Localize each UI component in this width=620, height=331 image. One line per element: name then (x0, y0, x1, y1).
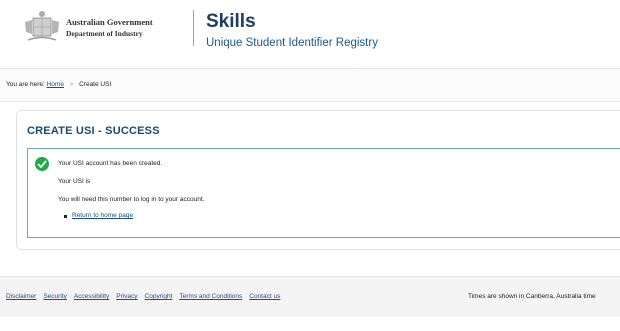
footer-link-terms[interactable]: Terms and Conditions (179, 293, 242, 300)
login-instruction-text: You will need this number to log in to y… (58, 196, 205, 203)
content-card: CREATE USI - SUCCESS Your USI account ha… (16, 110, 620, 250)
footer-link-copyright[interactable]: Copyright (145, 293, 173, 300)
footer-link-contact[interactable]: Contact us (249, 293, 280, 300)
breadcrumb-current: Create USI (79, 81, 112, 88)
breadcrumb-trail: You are here: Home > Create USI (6, 81, 111, 88)
footer-link-disclaimer[interactable]: Disclaimer (6, 293, 36, 300)
timezone-note: Times are shown in Canberra, Australia t… (468, 293, 596, 300)
site-header: Australian Government Department of Indu… (0, 0, 620, 68)
checkmark-icon (35, 157, 49, 171)
account-created-text: Your USI account has been created. (58, 160, 163, 167)
footer-links: Disclaimer Security Accessibility Privacy Co… (6, 293, 287, 300)
site-title: Skills (206, 11, 256, 32)
government-wordmark: Australian Government Department of Indu… (66, 16, 153, 40)
success-message-panel: Your USI account has been created. Your … (27, 148, 620, 238)
usi-label-text: Your USI is (58, 178, 91, 185)
footer-link-accessibility[interactable]: Accessibility (74, 293, 109, 300)
site-subtitle: Unique Student Identifier Registry (206, 37, 378, 49)
list-bullet (64, 215, 67, 218)
breadcrumb: You are here: Home > Create USI (0, 68, 620, 102)
footer-link-privacy[interactable]: Privacy (116, 293, 137, 300)
breadcrumb-home-link[interactable]: Home (47, 81, 64, 88)
page-title: CREATE USI - SUCCESS (27, 125, 160, 137)
return-home-link[interactable]: Return to home page (72, 212, 133, 219)
gov-line1: Australian Government (66, 17, 153, 27)
gov-line2: Department of Industry (66, 29, 143, 38)
footer-link-security[interactable]: Security (43, 293, 66, 300)
site-footer: Disclaimer Security Accessibility Privacy Co… (0, 276, 620, 317)
breadcrumb-prefix: You are here: (6, 81, 45, 88)
header-divider (193, 10, 194, 46)
breadcrumb-separator: > (69, 82, 74, 88)
crest-logo (25, 11, 59, 41)
